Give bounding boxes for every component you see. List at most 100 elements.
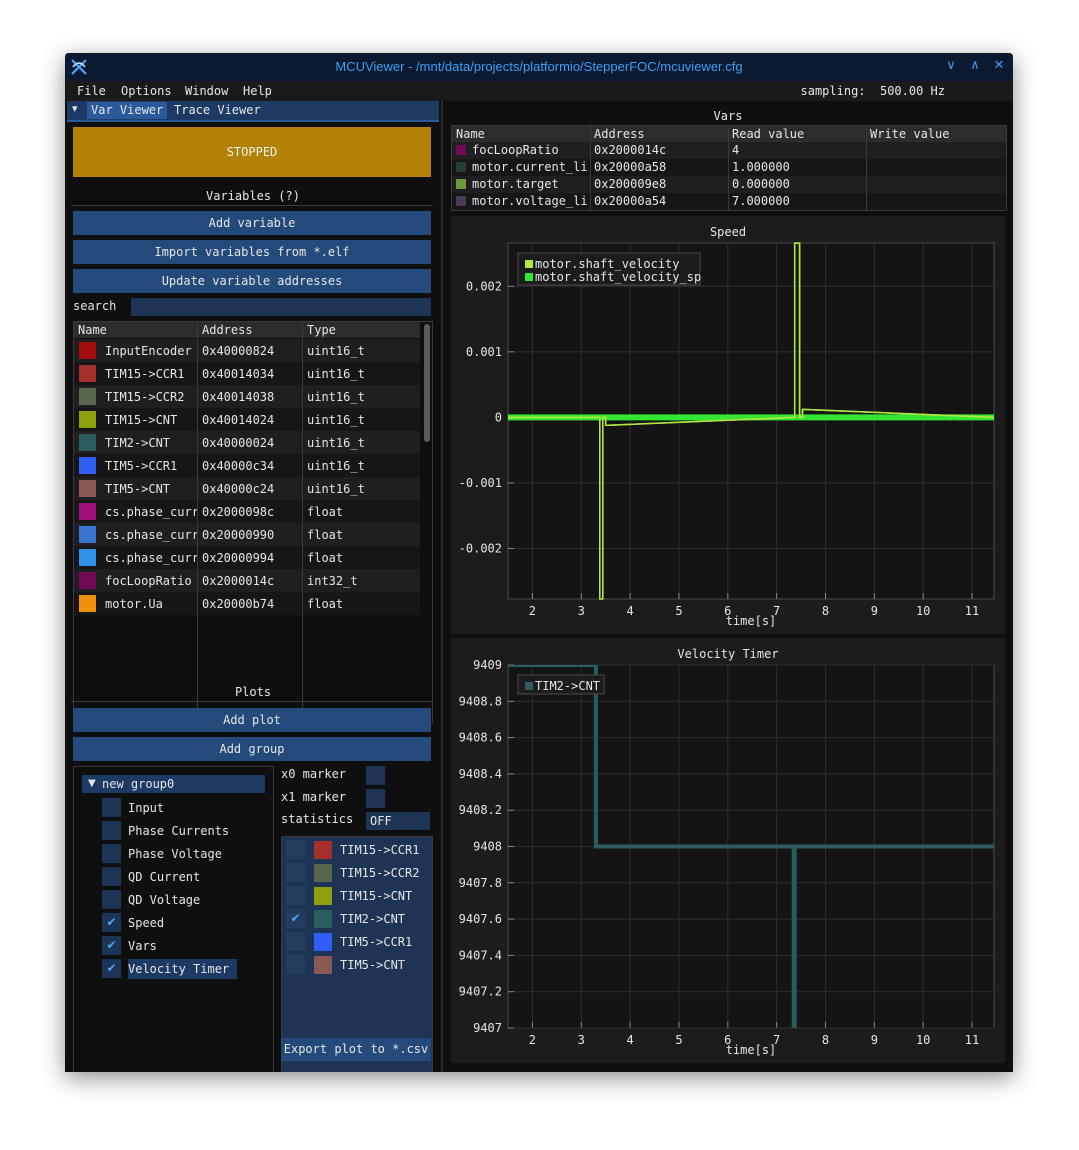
series-visible-checkbox[interactable] [286, 932, 305, 951]
series-label: TIM2->CNT [340, 912, 406, 926]
legend-label[interactable]: motor.shaft_velocity [535, 257, 680, 271]
color-swatch[interactable] [79, 388, 96, 405]
vars-table: Name Address Read value Write value focL… [451, 125, 1007, 211]
table-row[interactable]: TIM15->CCR1 0x40014034 uint16_t [74, 362, 420, 385]
menu-options[interactable]: Options [121, 84, 172, 98]
close-icon[interactable]: ✕ [991, 58, 1007, 74]
statistics-label: statistics [281, 812, 354, 826]
variables-scrollbar[interactable] [424, 324, 430, 442]
table-row[interactable]: motor.Ua 0x20000b74 float [74, 592, 420, 615]
series-color-swatch[interactable] [314, 956, 332, 974]
legend-swatch[interactable] [525, 260, 533, 268]
color-swatch[interactable] [79, 503, 96, 520]
add-group-button[interactable]: Add group [73, 737, 431, 761]
search-input[interactable] [131, 298, 431, 316]
legend-label[interactable]: motor.shaft_velocity_sp [535, 270, 701, 284]
vars-name: motor.target [472, 177, 559, 191]
table-row[interactable]: InputEncoder 0x40000824 uint16_t [74, 339, 420, 362]
series-color-swatch[interactable] [314, 887, 332, 905]
acquisition-status-button[interactable]: STOPPED [73, 127, 431, 177]
variable-name: TIM15->CNT [105, 413, 178, 427]
series-visible-checkbox[interactable]: ✔ [286, 909, 305, 928]
table-row[interactable]: TIM2->CNT 0x40000024 uint16_t [74, 431, 420, 454]
table-row[interactable]: TIM15->CNT 0x40014024 uint16_t [74, 408, 420, 431]
export-csv-button[interactable]: Export plot to *.csv [281, 1038, 431, 1061]
variable-address: 0x40000824 [202, 344, 275, 358]
table-row[interactable]: cs.phase_curr 0x20000990 float [74, 523, 420, 546]
series-visible-checkbox[interactable] [286, 863, 305, 882]
color-swatch[interactable] [79, 457, 96, 474]
legend-swatch[interactable] [525, 273, 533, 281]
vars-row[interactable]: motor.voltage_lir 0x20000a54 7.000000 [452, 193, 1006, 210]
vars-address: 0x20000a58 [594, 160, 667, 174]
color-swatch[interactable] [79, 411, 96, 428]
table-row[interactable]: TIM5->CNT 0x40000c24 uint16_t [74, 477, 420, 500]
plots-title: Plots [234, 685, 272, 699]
table-row[interactable]: TIM15->CCR2 0x40014038 uint16_t [74, 385, 420, 408]
tab-trace-viewer[interactable]: Trace Viewer [170, 102, 265, 119]
color-swatch[interactable] [79, 572, 96, 589]
menu-file[interactable]: File [77, 84, 106, 98]
plot-visible-checkbox[interactable] [102, 844, 121, 863]
series-color-swatch[interactable] [314, 864, 332, 882]
table-row[interactable]: TIM5->CCR1 0x40000c34 uint16_t [74, 454, 420, 477]
plot-visible-checkbox[interactable] [102, 821, 121, 840]
series-label: TIM5->CNT [340, 958, 406, 972]
table-row[interactable]: cs.phase_curr 0x20000994 float [74, 546, 420, 569]
variable-type: float [307, 551, 344, 565]
tab-list-icon[interactable]: ▾ [72, 102, 78, 115]
plot-visible-checkbox[interactable] [102, 890, 121, 909]
plot-visible-checkbox[interactable] [102, 798, 121, 817]
add-variable-button[interactable]: Add variable [73, 211, 431, 235]
tab-var-viewer[interactable]: Var Viewer [87, 102, 168, 119]
speed-plot[interactable]: Speed 2 3 4 5 6 7 8 9 10 11 0.002 0.001 0 -0.001 -0.00… [451, 216, 1005, 634]
title-bar: MCUViewer - /mnt/data/projects/platformi… [65, 53, 1013, 81]
import-variables-button[interactable]: Import variables from *.elf [73, 240, 431, 264]
x0-marker-checkbox[interactable] [366, 766, 385, 785]
velocity-timer-plot-canvas[interactable]: 2 3 4 5 6 7 8 9 10 1194099408.89408.69408.49408.2… [451, 638, 1005, 1063]
series-visible-checkbox[interactable] [286, 840, 305, 859]
menu-window[interactable]: Window [185, 84, 228, 98]
vars-row[interactable]: focLoopRatio 0x2000014c 4 [452, 142, 1006, 159]
update-addresses-button[interactable]: Update variable addresses [73, 269, 431, 293]
maximize-icon[interactable]: ∧ [967, 58, 983, 74]
color-swatch[interactable] [79, 480, 96, 497]
statistics-select[interactable]: OFF [366, 812, 430, 830]
plot-visible-checkbox[interactable] [102, 867, 121, 886]
table-row[interactable]: focLoopRatio 0x2000014c int32_t [74, 569, 420, 592]
minimize-icon[interactable]: ∨ [943, 58, 959, 74]
table-row[interactable]: cs.phase_curr 0x2000098c float [74, 500, 420, 523]
vars-row[interactable]: motor.current_lir 0x20000a58 1.000000 [452, 159, 1006, 176]
series-visible-checkbox[interactable] [286, 955, 305, 974]
speed-plot-canvas[interactable]: 2 3 4 5 6 7 8 9 10 110.0020.0010-0.001-0.002time[… [451, 216, 1005, 634]
series-color-swatch[interactable] [314, 933, 332, 951]
column-name: Name [456, 127, 485, 141]
legend-swatch[interactable] [525, 682, 533, 690]
color-swatch[interactable] [79, 549, 96, 566]
left-panel: ▾ Var Viewer Trace Viewer STOPPED Variab… [65, 101, 441, 1072]
group-node[interactable]: ▼ new group0 [82, 775, 265, 793]
menu-help[interactable]: Help [243, 84, 272, 98]
variable-type: uint16_t [307, 482, 365, 496]
color-swatch[interactable] [79, 526, 96, 543]
x-tick-label: 9 [871, 604, 878, 618]
color-swatch[interactable] [79, 342, 96, 359]
plot-visible-checkbox[interactable]: ✔ [102, 913, 121, 932]
velocity-timer-plot[interactable]: Velocity Timer 2 3 4 5 6 7 8 9 10 11 9409 9408.8 940… [451, 638, 1005, 1063]
color-swatch[interactable] [79, 595, 96, 612]
add-plot-button[interactable]: Add plot [73, 708, 431, 732]
window-title: MCUViewer - /mnt/data/projects/platformi… [335, 59, 743, 74]
color-swatch[interactable] [79, 434, 96, 451]
vars-panel-title: Vars [713, 109, 743, 123]
x1-marker-checkbox[interactable] [366, 789, 385, 808]
y-tick-label: 9408.8 [459, 694, 502, 708]
color-swatch[interactable] [79, 365, 96, 382]
series-color-swatch[interactable] [314, 910, 332, 928]
variable-name: TIM2->CNT [105, 436, 171, 450]
series-visible-checkbox[interactable] [286, 886, 305, 905]
series-color-swatch[interactable] [314, 841, 332, 859]
plot-visible-checkbox[interactable]: ✔ [102, 959, 121, 978]
vars-row[interactable]: motor.target 0x200009e8 0.000000 [452, 176, 1006, 193]
legend-label[interactable]: TIM2->CNT [535, 679, 600, 693]
plot-visible-checkbox[interactable]: ✔ [102, 936, 121, 955]
